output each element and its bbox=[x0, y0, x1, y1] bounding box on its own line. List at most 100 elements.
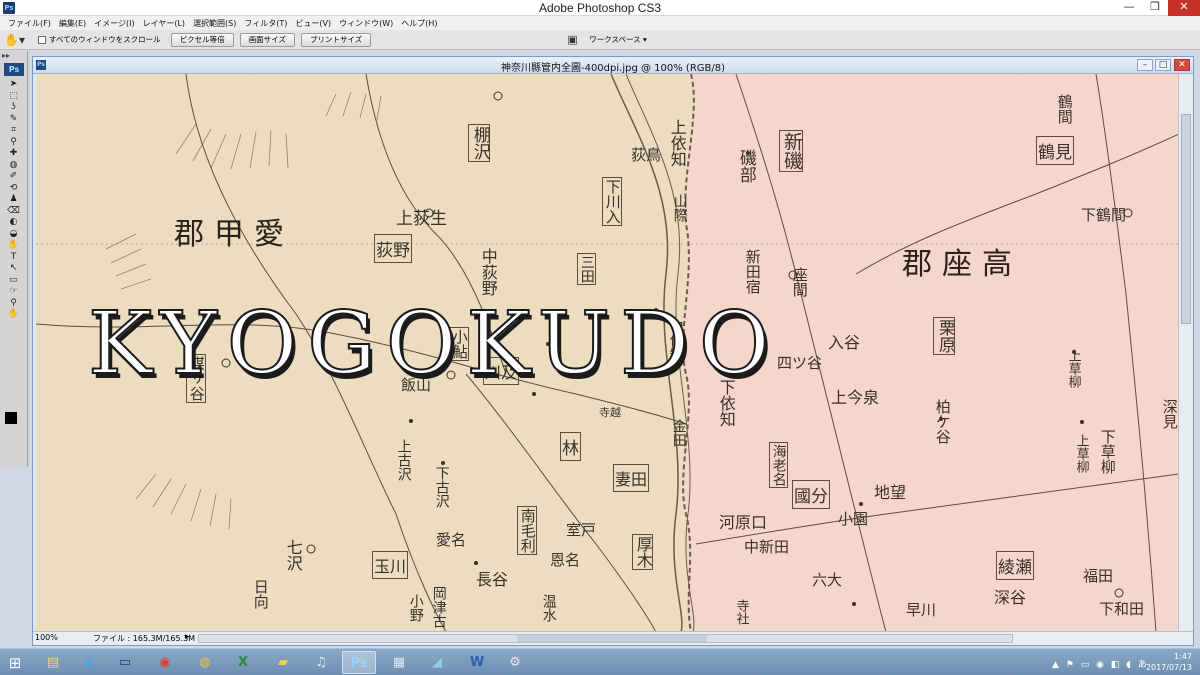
label-isobe: 磯部 bbox=[735, 149, 756, 183]
workspace-menu[interactable]: ワークスペース ▾ bbox=[589, 34, 647, 45]
taskbar-calculator-icon[interactable]: ▦ bbox=[382, 651, 416, 674]
document-title-bar[interactable]: Ps 神奈川縣管内全圖-400dpi.jpg @ 100% (RGB/8) – … bbox=[33, 57, 1193, 74]
label-fukasawa: 深見 bbox=[1160, 399, 1179, 429]
shape-tool-icon[interactable]: ▭ bbox=[0, 275, 27, 287]
slice-tool-icon[interactable]: ⚲ bbox=[0, 137, 27, 149]
label-tsurumi: 鶴見 bbox=[1036, 136, 1074, 165]
label-kanada: 金田 bbox=[670, 419, 687, 447]
path-select-tool-icon[interactable]: ↖ bbox=[0, 263, 27, 275]
label-fukuda: 福田 bbox=[1083, 567, 1114, 585]
fit-screen-button[interactable]: 画面サイズ bbox=[239, 32, 295, 47]
document-close-button[interactable]: ✕ bbox=[1174, 59, 1190, 71]
label-shimokosawa: 下古沢 bbox=[433, 466, 450, 508]
label-imaizumi: 上今泉 bbox=[831, 388, 880, 407]
print-size-button[interactable]: プリントサイズ bbox=[300, 32, 372, 47]
move-tool-icon[interactable]: ➤ bbox=[0, 79, 27, 91]
image-canvas[interactable]: 郡甲愛 郡座高 棚沢 下川入 新磯 鶴見 荻野 中荻野 三田 小鮎 川及 煤ヶ谷… bbox=[36, 74, 1179, 632]
label-shimowada: 下和田 bbox=[1099, 600, 1145, 618]
zoom-tool-icon[interactable]: ⚲ bbox=[0, 298, 27, 310]
brush-tool-icon[interactable]: ◍ bbox=[0, 160, 27, 172]
marquee-tool-icon[interactable]: ⬚ bbox=[0, 91, 27, 103]
horizontal-scrollbar[interactable] bbox=[198, 634, 1013, 643]
hand-tool-icon[interactable]: ✋ bbox=[0, 309, 27, 321]
scroll-all-checkbox[interactable] bbox=[38, 35, 46, 44]
notes-tool-icon[interactable]: ☞ bbox=[0, 286, 27, 298]
document-maximize-button[interactable]: □ bbox=[1155, 59, 1171, 71]
stamp-tool-icon[interactable]: ✐ bbox=[0, 171, 27, 183]
type-tool-icon[interactable]: T bbox=[0, 252, 27, 264]
label-shinden: 新田宿 bbox=[743, 249, 762, 294]
gradient-tool-icon[interactable]: ⌫ bbox=[0, 206, 27, 218]
maximize-button[interactable]: ❐ bbox=[1142, 0, 1168, 16]
healing-tool-icon[interactable]: ✚ bbox=[0, 148, 27, 160]
label-shimokawairi: 下川入 bbox=[602, 177, 622, 226]
taskbar-word-icon[interactable]: W bbox=[460, 651, 494, 674]
history-brush-tool-icon[interactable]: ⟲ bbox=[0, 183, 27, 195]
label-iriya: 入谷 bbox=[828, 333, 861, 352]
system-tray[interactable]: ▲ ⚑ ▭ ◉ ◧ ◖ あ bbox=[1052, 657, 1149, 670]
label-hinata: 日向 bbox=[251, 579, 270, 609]
options-bar: ✋▾ すべてのウィンドウをスクロール ピクセル等倍 画面サイズ プリントサイズ … bbox=[0, 30, 1200, 50]
blur-tool-icon[interactable]: ◐ bbox=[0, 217, 27, 229]
taskbar-tools-icon[interactable]: ⚙ bbox=[498, 651, 532, 674]
taskbar-screen-icon[interactable]: ▭ bbox=[108, 651, 142, 674]
taskbar-explorer-icon[interactable]: ▤ bbox=[36, 651, 70, 674]
region-aiko-gun: 郡甲愛 bbox=[174, 217, 294, 252]
lasso-tool-icon[interactable]: ʖ bbox=[0, 102, 27, 114]
actual-pixels-button[interactable]: ピクセル等倍 bbox=[170, 32, 234, 47]
magic-wand-tool-icon[interactable]: ✎ bbox=[0, 114, 27, 126]
label-kamiyori: 上依知 bbox=[667, 119, 687, 167]
taskbar-ie-icon[interactable]: e bbox=[72, 651, 106, 674]
label-okanai: 荻鳥 bbox=[631, 146, 662, 164]
taskbar-itunes-icon[interactable]: ♫ bbox=[304, 651, 338, 674]
menu-file[interactable]: ファイル(F) bbox=[4, 18, 55, 29]
hand-tool-icon[interactable]: ✋▾ bbox=[4, 32, 30, 48]
menu-view[interactable]: ビュー(V) bbox=[291, 18, 335, 29]
menu-window[interactable]: ウィンドウ(W) bbox=[335, 18, 397, 29]
pen-tool-icon[interactable]: ✋ bbox=[0, 240, 27, 252]
menu-edit[interactable]: 編集(E) bbox=[55, 18, 90, 29]
crop-tool-icon[interactable]: ⌗ bbox=[0, 125, 27, 137]
menu-layer[interactable]: レイヤー(L) bbox=[139, 18, 189, 29]
taskbar-notes-icon[interactable]: ◢ bbox=[420, 651, 454, 674]
label-tsuma: 妻田 bbox=[613, 464, 650, 492]
taskbar-folder-icon[interactable]: ▰ bbox=[266, 651, 300, 674]
minimize-button[interactable]: — bbox=[1116, 0, 1142, 16]
taskbar-clock[interactable]: 1:47 2017/07/13 bbox=[1146, 651, 1192, 673]
taskbar-excel-icon[interactable]: X bbox=[226, 651, 260, 674]
taskbar-photoshop-icon[interactable]: Ps bbox=[342, 651, 376, 674]
clock-date: 2017/07/13 bbox=[1145, 663, 1192, 672]
panel-grip-icon[interactable]: ▸▸ bbox=[0, 51, 27, 61]
label-zama: 座間 bbox=[790, 267, 809, 297]
label-tamagawa: 玉川 bbox=[372, 551, 409, 579]
menu-select[interactable]: 選択範囲(S) bbox=[189, 18, 240, 29]
start-button[interactable]: ⊞ bbox=[5, 653, 25, 673]
eraser-tool-icon[interactable]: ♟ bbox=[0, 194, 27, 206]
menu-help[interactable]: ヘルプ(H) bbox=[397, 18, 441, 29]
vertical-scroll-thumb[interactable] bbox=[1181, 114, 1191, 324]
horizontal-scroll-thumb[interactable] bbox=[517, 635, 707, 642]
label-nakashin: 中新田 bbox=[744, 538, 790, 556]
label-okatsu: 岡津古 bbox=[430, 586, 447, 628]
tools-panel: ▸▸ Ps ➤ ⬚ ʖ ✎ ⌗ ⚲ ✚ ◍ ✐ ⟲ ♟ ⌫ ◐ ◒ ✋ T ↖ … bbox=[0, 51, 28, 467]
label-hayashi: 林 bbox=[560, 432, 581, 461]
menu-filter[interactable]: フィルタ(T) bbox=[240, 18, 291, 29]
dodge-tool-icon[interactable]: ◒ bbox=[0, 229, 27, 241]
taskbar-chrome-icon[interactable]: ◍ bbox=[188, 651, 222, 674]
close-button[interactable]: ✕ bbox=[1168, 0, 1200, 16]
label-mimata: 三田 bbox=[577, 253, 596, 285]
label-mizuho: 寺越 bbox=[599, 406, 621, 419]
status-menu-arrow-icon[interactable]: ▸ bbox=[185, 632, 190, 642]
zoom-level[interactable]: 100% bbox=[35, 633, 58, 642]
label-yamanojima: 山際 bbox=[671, 194, 688, 222]
label-muro: 室戸 bbox=[566, 521, 597, 539]
document-minimize-button[interactable]: – bbox=[1137, 59, 1153, 71]
workspace-icon[interactable]: ▣ bbox=[567, 33, 583, 46]
vertical-scrollbar[interactable] bbox=[1178, 74, 1193, 632]
label-kamikusa: 上草柳 bbox=[1073, 434, 1089, 473]
document-window: Ps 神奈川縣管内全圖-400dpi.jpg @ 100% (RGB/8) – … bbox=[32, 56, 1194, 646]
menu-image[interactable]: イメージ(I) bbox=[90, 18, 138, 29]
label-kasahara: 柏ケ谷 bbox=[933, 399, 952, 444]
taskbar-app-red-icon[interactable]: ◉ bbox=[148, 651, 182, 674]
foreground-color-swatch[interactable] bbox=[5, 412, 17, 424]
